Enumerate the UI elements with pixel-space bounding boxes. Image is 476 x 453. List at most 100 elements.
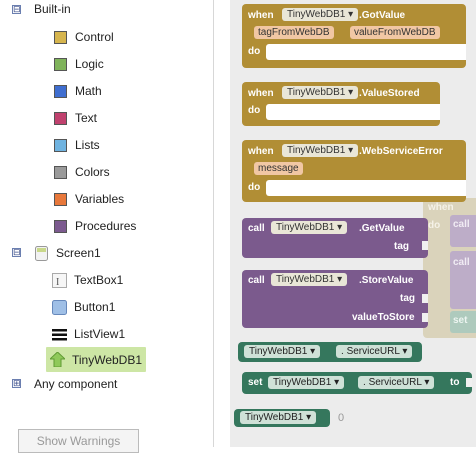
faded-call-label: call bbox=[453, 219, 470, 230]
event-parameter[interactable]: tagFromWebDB bbox=[254, 26, 334, 39]
tree-item-math[interactable]: Math bbox=[54, 80, 102, 102]
tree-item-label: Control bbox=[75, 30, 114, 44]
builtin-label[interactable]: Built-in bbox=[34, 0, 71, 20]
property-setter-serviceurl[interactable]: set TinyWebDB1 ▾ . ServiceURL ▾ to bbox=[242, 372, 472, 394]
argument-label: valueToStore bbox=[352, 312, 415, 323]
button-icon bbox=[52, 299, 67, 315]
faded-event-block: when do call call set bbox=[423, 198, 476, 338]
method-block-getvalue[interactable]: call TinyWebDB1 ▾ .GetValue tag bbox=[242, 218, 428, 258]
procedures-swatch-icon bbox=[54, 219, 67, 233]
tree-item-tinywebdb1[interactable]: TinyWebDB1 bbox=[46, 347, 147, 372]
do-slot bbox=[266, 180, 466, 196]
warning-count: 0 bbox=[338, 412, 345, 424]
tree-item-variables[interactable]: Variables bbox=[54, 188, 124, 210]
set-label: set bbox=[248, 377, 263, 388]
tinywebdb-icon bbox=[50, 352, 65, 367]
when-label: when bbox=[248, 10, 274, 21]
blocks-workspace[interactable]: when do call call set when TinyWebDB1 ▾ … bbox=[230, 0, 476, 447]
faded-set-label: set bbox=[453, 315, 468, 326]
when-label: when bbox=[248, 88, 274, 99]
faded-when-label: when bbox=[428, 202, 454, 213]
textbox-icon: I bbox=[52, 272, 67, 288]
input-socket bbox=[466, 378, 472, 387]
property-dropdown[interactable]: . ServiceURL ▾ bbox=[358, 376, 435, 389]
tree-item-lists[interactable]: Lists bbox=[54, 134, 100, 156]
panel-splitter[interactable] bbox=[213, 0, 230, 447]
tree-item-label: Logic bbox=[75, 57, 104, 71]
event-block-webserviceerror[interactable]: when TinyWebDB1 ▾ .WebServiceError messa… bbox=[242, 140, 466, 202]
faded-set-block: set bbox=[450, 311, 476, 333]
component-dropdown[interactable]: TinyWebDB1 ▾ bbox=[271, 221, 348, 234]
event-parameter[interactable]: message bbox=[254, 162, 303, 175]
input-socket bbox=[422, 241, 428, 250]
tree-item-listview1[interactable]: ListView1 bbox=[52, 323, 125, 345]
tree-item-textbox1[interactable]: I TextBox1 bbox=[52, 269, 123, 291]
svg-text:I: I bbox=[56, 277, 59, 288]
screen-icon bbox=[34, 245, 49, 261]
tree-item-label: Procedures bbox=[75, 219, 137, 233]
component-dropdown[interactable]: TinyWebDB1 ▾ bbox=[268, 376, 345, 389]
collapse-toggle-icon[interactable]: ⊟ bbox=[12, 5, 21, 14]
when-label: when bbox=[248, 146, 274, 157]
lists-swatch-icon bbox=[54, 138, 67, 152]
event-block-valuestored[interactable]: when TinyWebDB1 ▾ .ValueStored do bbox=[242, 82, 440, 126]
event-name: .WebServiceError bbox=[359, 146, 443, 157]
component-dropdown[interactable]: TinyWebDB1 ▾ bbox=[282, 144, 359, 157]
do-slot bbox=[266, 104, 440, 120]
faded-call-label: call bbox=[453, 257, 470, 268]
tree-item-logic[interactable]: Logic bbox=[54, 53, 104, 75]
component-dropdown[interactable]: TinyWebDB1 ▾ bbox=[282, 86, 359, 99]
logic-swatch-icon bbox=[54, 57, 67, 71]
expand-toggle-icon[interactable]: ⊞ bbox=[12, 379, 21, 388]
show-warnings-button[interactable]: Show Warnings bbox=[18, 429, 139, 453]
component-dropdown[interactable]: TinyWebDB1 ▾ bbox=[240, 411, 317, 424]
to-label: to bbox=[450, 377, 460, 388]
tree-item-label: TinyWebDB1 bbox=[72, 352, 143, 367]
input-socket bbox=[422, 294, 428, 303]
do-label: do bbox=[248, 182, 261, 193]
method-name: .GetValue bbox=[359, 223, 405, 234]
math-swatch-icon bbox=[54, 84, 67, 98]
text-swatch-icon bbox=[54, 111, 67, 125]
event-parameter[interactable]: valueFromWebDB bbox=[350, 26, 440, 39]
component-dropdown[interactable]: TinyWebDB1 ▾ bbox=[271, 273, 348, 286]
method-name: .StoreValue bbox=[359, 275, 414, 286]
tree-item-label: ListView1 bbox=[74, 327, 126, 341]
tree-item-label: Colors bbox=[75, 165, 110, 179]
event-block-gotvalue[interactable]: when TinyWebDB1 ▾ .GotValue tagFromWebDB… bbox=[242, 4, 466, 68]
faded-call-block: call bbox=[450, 251, 476, 309]
argument-label: tag bbox=[394, 241, 409, 252]
do-label: do bbox=[248, 105, 261, 116]
method-block-storevalue[interactable]: call TinyWebDB1 ▾ .StoreValue tag valueT… bbox=[242, 270, 428, 328]
component-dropdown[interactable]: TinyWebDB1 ▾ bbox=[282, 8, 359, 21]
faded-call-block: call bbox=[450, 215, 476, 247]
tree-item-procedures[interactable]: Procedures bbox=[54, 215, 136, 237]
call-label: call bbox=[248, 223, 265, 234]
tree-item-control[interactable]: Control bbox=[54, 26, 114, 48]
variables-swatch-icon bbox=[54, 192, 67, 206]
component-block-tinywebdb1[interactable]: TinyWebDB1 ▾ bbox=[234, 409, 330, 427]
tree-item-button1[interactable]: Button1 bbox=[52, 296, 115, 318]
tree-item-label: Variables bbox=[75, 192, 125, 206]
tree-item-label: TextBox1 bbox=[74, 273, 124, 287]
property-dropdown[interactable]: . ServiceURL ▾ bbox=[336, 345, 413, 358]
do-slot bbox=[266, 44, 466, 60]
tree-item-any-component[interactable]: Any component bbox=[34, 373, 117, 395]
argument-label: tag bbox=[400, 293, 415, 304]
tree-item-label: Math bbox=[75, 84, 102, 98]
tree-item-text[interactable]: Text bbox=[54, 107, 97, 129]
tree-item-label: Button1 bbox=[74, 300, 116, 314]
collapse-toggle-icon[interactable]: ⊟ bbox=[12, 248, 21, 257]
property-getter-serviceurl[interactable]: TinyWebDB1 ▾ . ServiceURL ▾ bbox=[238, 342, 422, 362]
tree-item-colors[interactable]: Colors bbox=[54, 161, 110, 183]
faded-do-label: do bbox=[428, 220, 441, 231]
event-name: .GotValue bbox=[359, 10, 406, 21]
tree-item-screen1[interactable]: Screen1 bbox=[34, 242, 101, 264]
component-dropdown[interactable]: TinyWebDB1 ▾ bbox=[244, 345, 321, 358]
colors-swatch-icon bbox=[54, 165, 67, 179]
call-label: call bbox=[248, 275, 265, 286]
tree-item-label: Lists bbox=[75, 138, 100, 152]
event-name: .ValueStored bbox=[359, 88, 420, 99]
tree-item-label: Screen1 bbox=[56, 246, 101, 260]
tree-item-label: Text bbox=[75, 111, 98, 125]
